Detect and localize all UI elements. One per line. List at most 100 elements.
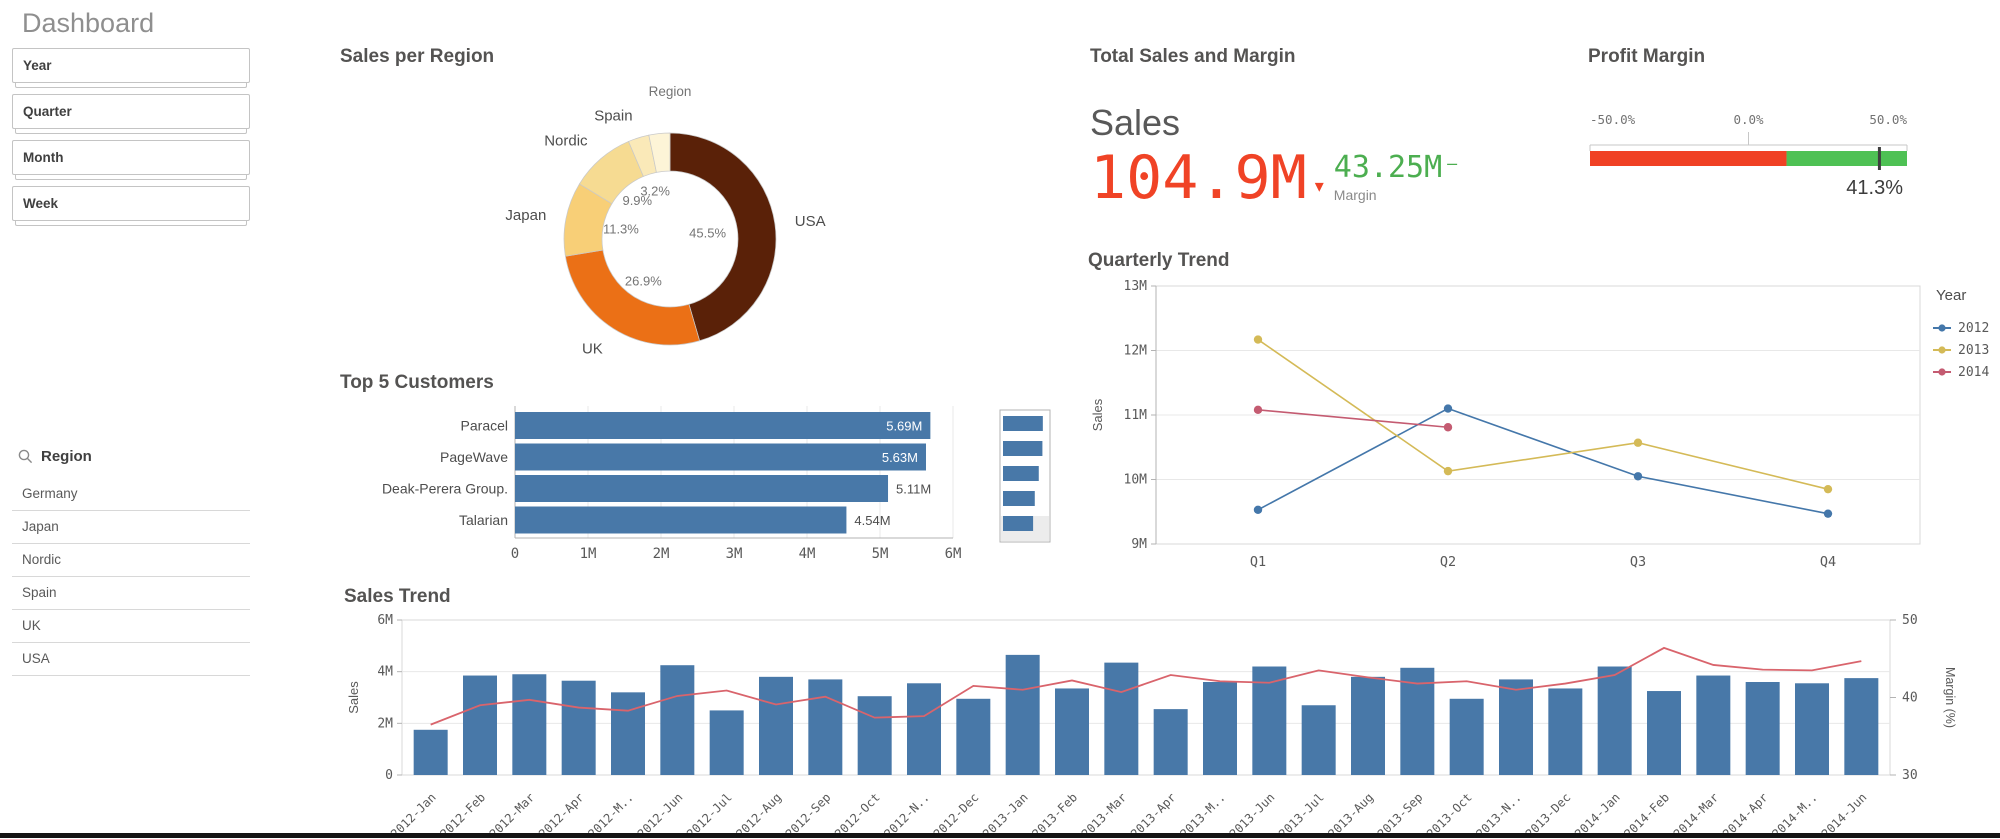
filter-quarter[interactable]: Quarter <box>12 94 250 134</box>
bar-2014-Jan[interactable] <box>1598 667 1632 776</box>
bar-2013-Jul[interactable] <box>1302 705 1336 775</box>
right-tick-label: 40 <box>1902 691 1918 706</box>
data-point-2012[interactable] <box>1444 404 1452 412</box>
bar-2013-Mar[interactable] <box>1104 663 1138 775</box>
region-item-uk[interactable]: UK <box>12 610 250 643</box>
x-tick-label: 5M <box>872 546 889 562</box>
bar-2012-Sep[interactable] <box>808 679 842 775</box>
region-item-spain[interactable]: Spain <box>12 577 250 610</box>
bar-talarian[interactable] <box>515 507 846 534</box>
filter-year-label[interactable]: Year <box>12 48 250 83</box>
y-tick-label: 13M <box>1124 279 1148 294</box>
bar-2012-Apr[interactable] <box>562 681 596 775</box>
bar-2014-M..[interactable] <box>1795 683 1829 775</box>
legend-marker-dot <box>1938 346 1945 353</box>
donut-chart: RegionUSA45.5%UK26.9%Japan11.3%Nordic9.9… <box>450 82 890 382</box>
filter-week[interactable]: Week <box>12 186 250 226</box>
data-point-2012[interactable] <box>1634 472 1642 480</box>
bar-2012-Jul[interactable] <box>710 710 744 775</box>
bar-2014-Apr[interactable] <box>1746 682 1780 775</box>
bar-value-label: 5.11M <box>896 482 931 497</box>
region-search-header[interactable]: Region <box>18 448 92 465</box>
bar-deak-perera-group-[interactable] <box>515 475 888 502</box>
bar-2013-Dec[interactable] <box>1548 688 1582 775</box>
bar-2013-Apr[interactable] <box>1154 709 1188 775</box>
donut-pct-japan: 11.3% <box>603 221 639 236</box>
x-tick-label: Q2 <box>1440 554 1456 570</box>
bar-2013-Jan[interactable] <box>1006 655 1040 775</box>
region-listbox: GermanyJapanNordicSpainUKUSA <box>12 478 250 676</box>
region-listbox-title: Region <box>41 448 92 465</box>
gauge-needle[interactable] <box>1878 147 1881 170</box>
bar-2012-Jun[interactable] <box>660 665 694 775</box>
x-tick-label: 2013-Jun <box>1227 790 1278 838</box>
bar-2012-Feb[interactable] <box>463 676 497 775</box>
y-tick-label: 12M <box>1124 344 1148 359</box>
bar-2012-Aug[interactable] <box>759 677 793 775</box>
data-point-2012[interactable] <box>1824 509 1832 517</box>
filter-month-label[interactable]: Month <box>12 140 250 175</box>
donut-label-japan: Japan <box>505 207 546 224</box>
x-tick-label: 2012-Jan <box>388 790 439 838</box>
data-point-2013[interactable] <box>1444 467 1452 475</box>
bar-value-label: 4.54M <box>854 513 890 528</box>
x-tick-label: 2M <box>653 546 670 562</box>
window-edge <box>0 833 2000 838</box>
gauge-tick-min: -50.0% <box>1590 112 1636 127</box>
donut-label-nordic: Nordic <box>544 133 588 150</box>
data-point-2013[interactable] <box>1634 439 1642 447</box>
data-point-2014[interactable] <box>1254 406 1262 414</box>
region-item-usa[interactable]: USA <box>12 643 250 676</box>
bar-2012-Jan[interactable] <box>414 730 448 775</box>
data-point-2014[interactable] <box>1444 423 1452 431</box>
panel-sales-per-region: Sales per Region RegionUSA45.5%UK26.9%Ja… <box>340 46 940 366</box>
x-tick-label: 2013-Jul <box>1276 790 1327 838</box>
x-tick-label: 1M <box>580 546 597 562</box>
data-point-2013[interactable] <box>1824 485 1832 493</box>
bar-pagewave[interactable] <box>515 444 926 471</box>
bar-2012-Oct[interactable] <box>858 696 892 775</box>
x-tick-label: 3M <box>726 546 743 562</box>
donut-pct-uk: 26.9% <box>625 273 662 288</box>
kpi-margin-value[interactable]: 43.25M <box>1334 150 1442 185</box>
bar-2014-Mar[interactable] <box>1696 676 1730 775</box>
page-title: Dashboard <box>22 8 154 39</box>
y-tick-label: 10M <box>1124 473 1148 488</box>
filter-quarter-label[interactable]: Quarter <box>12 94 250 129</box>
legend-item-2013[interactable]: 2013 <box>1958 343 1989 358</box>
x-tick-label: Q3 <box>1630 554 1646 570</box>
filter-year[interactable]: Year <box>12 48 250 88</box>
filter-stack-edge <box>15 175 247 180</box>
kpi-sales-value[interactable]: 104.9M <box>1090 148 1307 208</box>
region-item-germany[interactable]: Germany <box>12 478 250 511</box>
region-item-nordic[interactable]: Nordic <box>12 544 250 577</box>
gauge-red-segment <box>1590 151 1787 166</box>
data-point-2012[interactable] <box>1254 506 1262 514</box>
left-tick-label: 0 <box>385 768 393 783</box>
bar-2012-Mar[interactable] <box>512 674 546 775</box>
bar-2013-Feb[interactable] <box>1055 688 1089 775</box>
bar-2013-N..[interactable] <box>1499 679 1533 775</box>
data-point-2013[interactable] <box>1254 335 1262 343</box>
bar-2013-M..[interactable] <box>1203 682 1237 775</box>
legend-item-2012[interactable]: 2012 <box>1958 321 1989 336</box>
region-item-japan[interactable]: Japan <box>12 511 250 544</box>
donut-dimension-label: Region <box>649 84 692 99</box>
filter-month[interactable]: Month <box>12 140 250 180</box>
quarterly-line-chart: 13M12M11M10M9MSalesQ1Q2Q3Q4Year201220132… <box>1088 278 2000 578</box>
bar-2013-Aug[interactable] <box>1351 677 1385 775</box>
bar-category-label: Talarian <box>459 512 508 528</box>
bar-2012-Dec[interactable] <box>956 699 990 775</box>
legend-title: Year <box>1936 287 1966 304</box>
donut-slice-uk[interactable] <box>565 250 699 345</box>
bar-2012-N..[interactable] <box>907 683 941 775</box>
panel-sales-trend: Sales Trend 6M4M2M0504030SalesMargin (%)… <box>344 586 1964 836</box>
filter-week-label[interactable]: Week <box>12 186 250 221</box>
legend-item-2014[interactable]: 2014 <box>1958 365 1989 380</box>
bar-2013-Oct[interactable] <box>1450 699 1484 775</box>
bar-2012-M..[interactable] <box>611 692 645 775</box>
bar-2014-Feb[interactable] <box>1647 691 1681 775</box>
bar-2014-Jun[interactable] <box>1844 678 1878 775</box>
y-tick-label: 9M <box>1131 537 1147 552</box>
bar-paracel[interactable] <box>515 412 930 439</box>
